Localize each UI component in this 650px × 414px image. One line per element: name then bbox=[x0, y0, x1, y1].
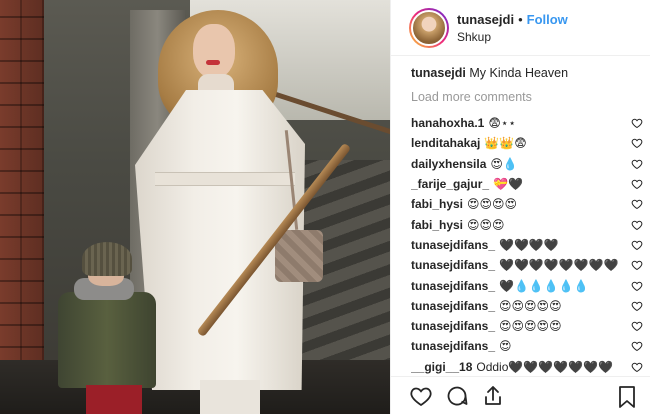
comment-body: 😍😍😍😍😍 bbox=[499, 298, 562, 313]
comment-like-heart-icon[interactable] bbox=[631, 219, 643, 231]
comment-row: fabi_hysi 😍😍😍 bbox=[411, 214, 646, 234]
comment-like-heart-icon[interactable] bbox=[631, 158, 643, 170]
comment-text-block: __gigi__18 Oddio🖤🖤🖤🖤🖤🖤🖤 bbox=[411, 360, 613, 374]
comment-like-heart-icon[interactable] bbox=[631, 178, 643, 190]
comment-username[interactable]: hanahoxha.1 bbox=[411, 116, 484, 130]
comment-body: 😨⋆⋆ bbox=[488, 116, 516, 131]
comment-text-block: _farije_gajur_ 💝🖤 bbox=[411, 177, 523, 191]
comment-username[interactable]: tunasejdifans_ bbox=[411, 339, 495, 353]
caption-text: My Kinda Heaven bbox=[469, 66, 569, 80]
photo-woman-legs bbox=[200, 380, 260, 414]
author-username[interactable]: tunasejdi bbox=[457, 12, 514, 27]
photo-brick-wall bbox=[0, 0, 44, 414]
follow-button[interactable]: Follow bbox=[527, 12, 568, 27]
comment-row: __gigi__18 Oddio🖤🖤🖤🖤🖤🖤🖤 bbox=[411, 357, 646, 377]
comment-like-heart-icon[interactable] bbox=[631, 361, 643, 373]
photo-handbag bbox=[275, 230, 323, 282]
photo-child-hat bbox=[82, 242, 132, 276]
comment-row: fabi_hysi 😍😍😍😍 bbox=[411, 194, 646, 214]
comment-username[interactable]: tunasejdifans_ bbox=[411, 238, 495, 252]
comment-body: 💝🖤 bbox=[493, 177, 523, 192]
comment-body: 🖤🖤🖤🖤🖤🖤🖤🖤 bbox=[499, 258, 619, 273]
caption-username[interactable]: tunasejdi bbox=[411, 66, 466, 80]
post-location[interactable]: Shkup bbox=[457, 30, 568, 44]
comment-username[interactable]: dailyxhensila bbox=[411, 157, 486, 171]
like-heart-icon[interactable] bbox=[409, 384, 433, 408]
comment-like-heart-icon[interactable] bbox=[631, 320, 643, 332]
comment-body: Oddio🖤🖤🖤🖤🖤🖤🖤 bbox=[476, 359, 613, 374]
author-avatar-image bbox=[411, 9, 447, 46]
comment-username[interactable]: tunasejdifans_ bbox=[411, 299, 495, 313]
comment-text-block: lenditahakaj 👑👑😨 bbox=[411, 136, 527, 150]
comment-like-heart-icon[interactable] bbox=[631, 117, 643, 129]
share-icon[interactable] bbox=[481, 384, 505, 408]
post-caption: tunasejdi My Kinda Heaven bbox=[411, 66, 646, 88]
comment-like-heart-icon[interactable] bbox=[631, 198, 643, 210]
comment-row: tunasejdifans_ 🖤🖤🖤🖤🖤🖤🖤🖤 bbox=[411, 255, 646, 275]
action-bar bbox=[391, 376, 650, 414]
comment-like-heart-icon[interactable] bbox=[631, 137, 643, 149]
comment-body: 😍 bbox=[499, 339, 512, 354]
post-header: tunasejdi • Follow Shkup bbox=[391, 0, 650, 56]
separator-dot: • bbox=[518, 11, 523, 27]
comment-row: tunasejdifans_ 🖤💧💧💧💧💧 bbox=[411, 275, 646, 295]
comment-row: dailyxhensila 😍💧 bbox=[411, 154, 646, 174]
comment-row: hanahoxha.1 😨⋆⋆ bbox=[411, 113, 646, 133]
author-line: tunasejdi • Follow bbox=[457, 12, 568, 27]
comment-text-block: dailyxhensila 😍💧 bbox=[411, 157, 518, 171]
comment-row: tunasejdifans_ 🖤🖤🖤🖤 bbox=[411, 235, 646, 255]
comment-text-block: tunasejdifans_ 😍😍😍😍😍 bbox=[411, 299, 562, 313]
comment-like-heart-icon[interactable] bbox=[631, 259, 643, 271]
comment-username[interactable]: fabi_hysi bbox=[411, 197, 463, 211]
author-info: tunasejdi • Follow Shkup bbox=[457, 12, 568, 44]
comments-list: tunasejdi My Kinda Heaven Load more comm… bbox=[411, 66, 646, 377]
comment-text-block: tunasejdifans_ 😍 bbox=[411, 339, 512, 353]
photo-coat-belt bbox=[155, 172, 295, 186]
comment-like-heart-icon[interactable] bbox=[631, 340, 643, 352]
comment-bubble-icon[interactable] bbox=[445, 384, 469, 408]
post-side-panel: tunasejdi • Follow Shkup tunasejdi My Ki… bbox=[390, 0, 650, 414]
comment-text-block: fabi_hysi 😍😍😍😍 bbox=[411, 197, 517, 211]
comment-like-heart-icon[interactable] bbox=[631, 300, 643, 312]
comment-row: tunasejdifans_ 😍 bbox=[411, 336, 646, 356]
comment-row: tunasejdifans_ 😍😍😍😍😍 bbox=[411, 316, 646, 336]
comment-row: _farije_gajur_ 💝🖤 bbox=[411, 174, 646, 194]
comment-body: 🖤💧💧💧💧💧 bbox=[499, 278, 589, 293]
comment-text-block: fabi_hysi 😍😍😍 bbox=[411, 218, 505, 232]
comment-username[interactable]: tunasejdifans_ bbox=[411, 279, 495, 293]
comment-row: lenditahakaj 👑👑😨 bbox=[411, 133, 646, 153]
comment-body: 🖤🖤🖤🖤 bbox=[499, 237, 559, 252]
comment-body: 😍😍😍 bbox=[467, 217, 505, 232]
comment-body: 😍😍😍😍😍 bbox=[499, 319, 562, 334]
post-photo[interactable] bbox=[0, 0, 390, 414]
load-more-comments-button[interactable]: Load more comments bbox=[411, 90, 646, 106]
comment-username[interactable]: _farije_gajur_ bbox=[411, 177, 489, 191]
comment-username[interactable]: tunasejdifans_ bbox=[411, 258, 495, 272]
comment-username[interactable]: __gigi__18 bbox=[411, 360, 472, 374]
comment-username[interactable]: lenditahakaj bbox=[411, 136, 480, 150]
comment-row: tunasejdifans_ 😍😍😍😍😍 bbox=[411, 296, 646, 316]
bookmark-icon[interactable] bbox=[617, 385, 637, 409]
comment-username[interactable]: fabi_hysi bbox=[411, 218, 463, 232]
comment-text-block: tunasejdifans_ 😍😍😍😍😍 bbox=[411, 319, 562, 333]
comment-body: 😍😍😍😍 bbox=[467, 197, 518, 212]
comment-like-heart-icon[interactable] bbox=[631, 280, 643, 292]
photo-child-pants bbox=[86, 385, 142, 414]
comment-text-block: tunasejdifans_ 🖤🖤🖤🖤🖤🖤🖤🖤 bbox=[411, 258, 619, 272]
comment-username[interactable]: tunasejdifans_ bbox=[411, 319, 495, 333]
comment-body: 😍💧 bbox=[490, 156, 518, 171]
comment-text-block: tunasejdifans_ 🖤🖤🖤🖤 bbox=[411, 238, 559, 252]
photo-woman-lips bbox=[206, 60, 220, 65]
photo-woman-face bbox=[193, 24, 235, 78]
comment-text-block: hanahoxha.1 😨⋆⋆ bbox=[411, 116, 516, 130]
photo-child-jacket bbox=[58, 292, 156, 388]
comment-body: 👑👑😨 bbox=[484, 136, 527, 151]
comment-rows: hanahoxha.1 😨⋆⋆ lenditahakaj 👑👑😨 dailyxhensi… bbox=[411, 113, 646, 377]
author-avatar[interactable] bbox=[409, 7, 449, 48]
comment-text-block: tunasejdifans_ 🖤💧💧💧💧💧 bbox=[411, 279, 589, 293]
comment-like-heart-icon[interactable] bbox=[631, 239, 643, 251]
